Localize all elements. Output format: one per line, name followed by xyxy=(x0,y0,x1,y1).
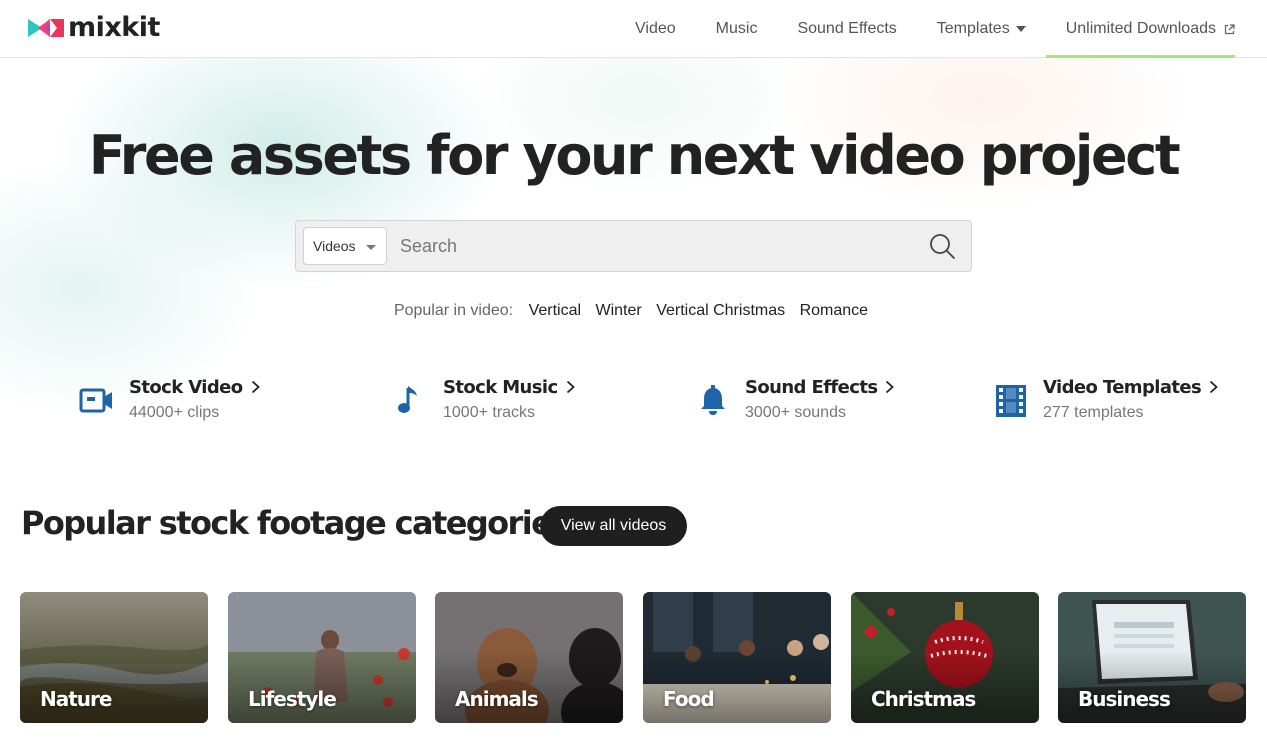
nav-sound-effects[interactable]: Sound Effects xyxy=(777,0,916,58)
card-label: Food xyxy=(663,687,715,711)
logo-text: mixkit xyxy=(68,12,160,43)
video-templates-link[interactable]: Video Templates 277 templates xyxy=(993,376,1218,428)
stock-music-count: 1000+ tracks xyxy=(443,404,536,421)
view-all-videos-button[interactable]: View all videos xyxy=(540,506,687,546)
category-card-christmas[interactable]: Christmas xyxy=(851,592,1039,723)
video-templates-count: 277 templates xyxy=(1043,404,1144,421)
search-icon[interactable] xyxy=(929,233,956,260)
nav-templates[interactable]: Templates xyxy=(917,0,1046,58)
category-card-business[interactable]: Business xyxy=(1058,592,1246,723)
chevron-right-icon xyxy=(1209,380,1218,394)
card-label: Animals xyxy=(455,687,539,711)
category-card-lifestyle[interactable]: Lifestyle xyxy=(228,592,416,723)
section-title: Popular stock footage categories xyxy=(21,504,570,542)
caret-down-icon xyxy=(1015,26,1026,32)
bell-icon xyxy=(701,385,725,415)
nav-music[interactable]: Music xyxy=(696,0,778,58)
stock-video-count: 44000+ clips xyxy=(129,404,220,421)
nav-unlimited-downloads-label: Unlimited Downloads xyxy=(1065,20,1216,37)
card-label: Nature xyxy=(40,687,112,711)
stock-video-link[interactable]: Stock Video 44000+ clips xyxy=(79,376,260,428)
nav-video-label: Video xyxy=(635,20,676,37)
popular-tag[interactable]: Vertical Christmas xyxy=(656,302,785,319)
search-type-select[interactable]: Videos xyxy=(303,227,387,265)
nav-unlimited-downloads[interactable]: Unlimited Downloads xyxy=(1045,0,1236,58)
popular-searches: Popular in video: Vertical Winter Vertic… xyxy=(0,302,1267,320)
external-link-icon xyxy=(1224,23,1235,34)
category-card-food[interactable]: Food xyxy=(643,592,831,723)
nav-music-label: Music xyxy=(715,20,758,37)
popular-label: Popular in video: xyxy=(393,302,514,319)
film-strip-icon xyxy=(996,385,1026,417)
search-input[interactable] xyxy=(400,227,910,265)
sound-effects-title: Sound Effects xyxy=(745,376,878,398)
chevron-right-icon xyxy=(251,380,260,394)
stock-video-title: Stock Video xyxy=(129,376,243,398)
caret-down-icon xyxy=(366,245,376,250)
music-note-icon xyxy=(398,386,417,413)
stock-music-title: Stock Music xyxy=(443,376,558,398)
sound-effects-link[interactable]: Sound Effects 3000+ sounds xyxy=(695,376,895,428)
sound-effects-count: 3000+ sounds xyxy=(745,404,846,421)
stock-music-link[interactable]: Stock Music 1000+ tracks xyxy=(393,376,575,428)
popular-tag[interactable]: Winter xyxy=(596,302,642,319)
logo[interactable]: mixkit xyxy=(28,12,160,44)
video-templates-title: Video Templates xyxy=(1043,376,1202,398)
nav-sound-effects-label: Sound Effects xyxy=(797,20,897,37)
card-label: Business xyxy=(1078,687,1171,711)
category-card-animals[interactable]: Animals xyxy=(435,592,623,723)
popular-tag[interactable]: Romance xyxy=(800,302,868,319)
card-label: Lifestyle xyxy=(248,687,337,711)
site-header: mixkit Video Music Sound Effects Templat… xyxy=(0,0,1267,58)
logo-mark-icon xyxy=(28,19,64,37)
popular-tag[interactable]: Vertical xyxy=(529,302,581,319)
chevron-right-icon xyxy=(566,380,575,394)
category-card-nature[interactable]: Nature xyxy=(20,592,208,723)
search-bar: Videos xyxy=(295,220,972,272)
nav-video[interactable]: Video xyxy=(615,0,696,58)
hero-title: Free assets for your next video project xyxy=(88,124,1181,187)
chevron-right-icon xyxy=(886,380,895,394)
video-camera-icon xyxy=(79,388,112,413)
main-nav: Video Music Sound Effects Templates Unli… xyxy=(615,0,1236,58)
card-label: Christmas xyxy=(871,687,976,711)
search-type-value: Videos xyxy=(313,238,356,254)
nav-templates-label: Templates xyxy=(936,20,1010,37)
